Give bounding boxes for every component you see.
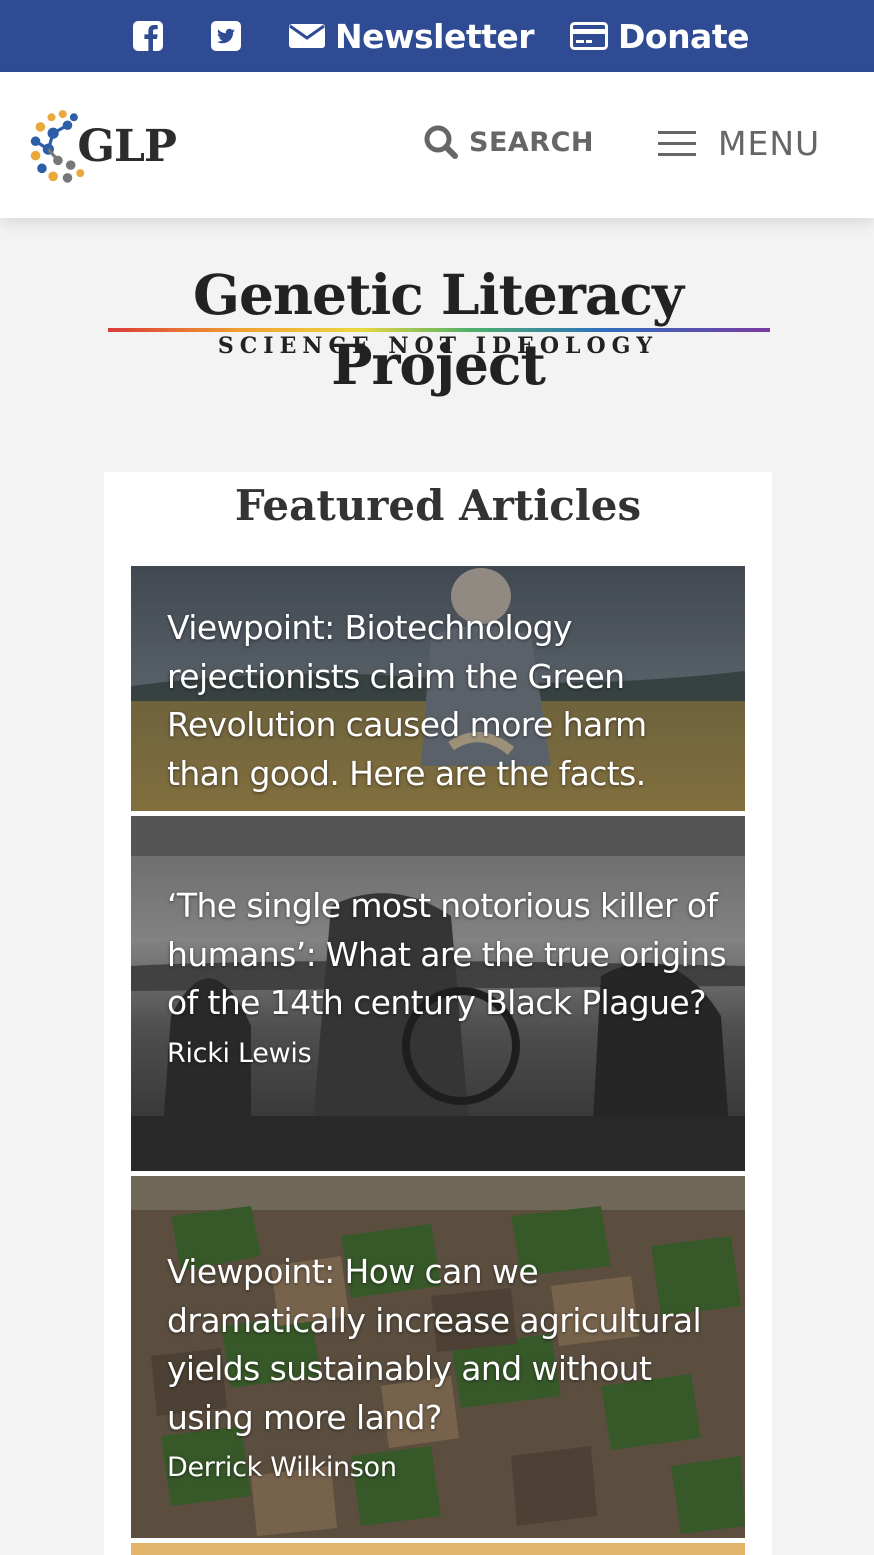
search-icon: [424, 125, 458, 159]
featured-articles-section: Featured Articles Viewpoint: Biotechnolo…: [104, 472, 772, 1555]
article-card[interactable]: ‘The single most notorious killer of hum…: [131, 816, 745, 1171]
hamburger-icon: [658, 130, 696, 156]
credit-card-icon: [570, 22, 608, 50]
site-tagline: SCIENCE NOT IDEOLOGY: [217, 333, 659, 359]
newsletter-label: Newsletter: [335, 16, 535, 56]
article-headline: ‘The single most notorious killer of hum…: [167, 886, 727, 1022]
newsletter-link[interactable]: Newsletter: [289, 0, 535, 72]
facebook-link[interactable]: [132, 0, 164, 72]
article-author: Derrick Wilkinson: [167, 1452, 397, 1483]
top-bar: Newsletter Donate: [0, 0, 874, 72]
donate-label: Donate: [618, 16, 749, 56]
menu-label: MENU: [718, 124, 821, 163]
article-headline: Viewpoint: Biotechnology rejectionists c…: [167, 608, 647, 793]
article-card[interactable]: Viewpoint: Biotechnology rejectionists c…: [131, 566, 745, 811]
envelope-icon: [289, 24, 325, 48]
logo-text: GLP: [77, 120, 177, 172]
article-card[interactable]: Viewpoint: How can we dramatically incre…: [131, 1176, 745, 1538]
article-headline: Viewpoint: How can we dramatically incre…: [167, 1252, 702, 1437]
site-masthead[interactable]: Genetic Literacy Project SCIENCE NOT IDE…: [104, 260, 772, 397]
article-author: Ricki Lewis: [167, 1037, 312, 1069]
menu-button[interactable]: MENU: [658, 124, 820, 163]
donate-link[interactable]: Donate: [570, 0, 749, 72]
article-text: Viewpoint: How can we dramatically incre…: [167, 1248, 727, 1483]
site-header: GLP SEARCH MENU: [0, 72, 874, 218]
search-label: SEARCH: [469, 126, 594, 158]
glp-logo[interactable]: GLP: [26, 98, 177, 194]
article-text: Viewpoint: Biotechnology rejectionists c…: [167, 604, 727, 798]
article-card[interactable]: [131, 1543, 745, 1555]
section-title: Featured Articles: [234, 481, 642, 530]
search-button[interactable]: SEARCH: [423, 124, 594, 160]
twitter-icon: [211, 21, 241, 51]
twitter-link[interactable]: [210, 0, 242, 72]
article-text: ‘The single most notorious killer of hum…: [167, 882, 727, 1069]
facebook-icon: [133, 21, 163, 51]
